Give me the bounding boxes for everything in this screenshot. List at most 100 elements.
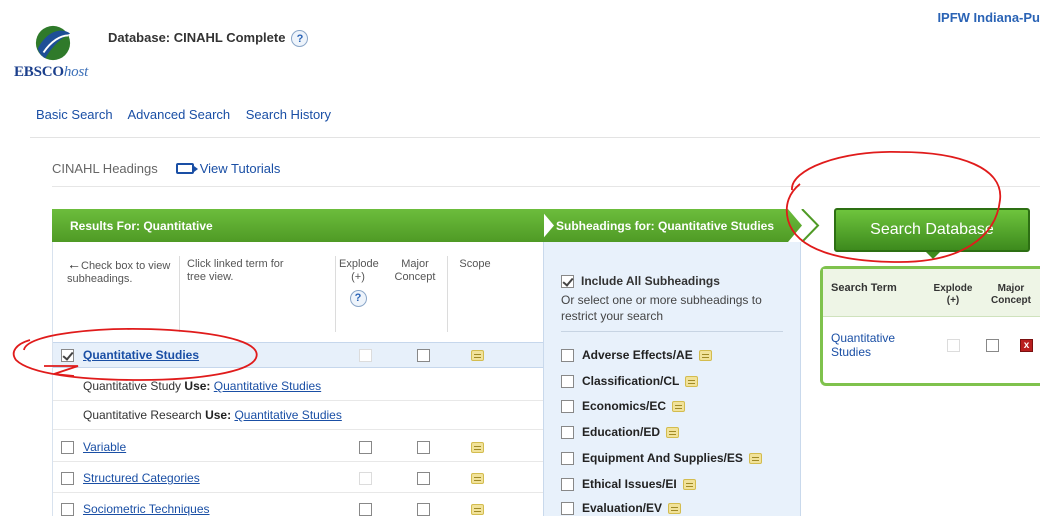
subheading-checkbox[interactable] (561, 425, 574, 439)
subheading-item[interactable]: Economics/EC (561, 399, 686, 413)
major-concept-checkbox[interactable] (986, 339, 999, 352)
ebsco-leaf-icon (35, 25, 71, 61)
explode-checkbox[interactable] (359, 471, 372, 485)
divider (561, 331, 783, 332)
scope-note-icon[interactable] (698, 349, 712, 361)
explode-checkbox[interactable] (947, 339, 960, 352)
scope-note-icon[interactable] (471, 349, 484, 361)
term-link[interactable]: Variable (83, 440, 126, 454)
divider (30, 137, 1040, 138)
include-all-checkbox[interactable] (561, 275, 574, 288)
check-box-hint: ←Check box to view subheadings. (67, 256, 171, 285)
include-all-option[interactable]: Include All Subheadings (561, 274, 720, 288)
caret-down-icon (926, 252, 940, 259)
subheadings-header: Subheadings for: Quantitative Studies (540, 209, 802, 242)
table-row: Sociometric Techniques (53, 496, 544, 516)
scope-note-icon[interactable] (471, 441, 484, 453)
major-concept-checkbox[interactable] (417, 502, 430, 516)
divider (53, 492, 544, 493)
subheading-checkbox[interactable] (561, 501, 574, 515)
row-checkbox[interactable] (61, 348, 74, 362)
search-term-panel: Search Term Explode (+) Major Concept Quan… (820, 266, 1040, 386)
subheading-checkbox[interactable] (561, 374, 574, 388)
table-row: Variable (53, 434, 544, 460)
table-row: Structured Categories (53, 465, 544, 491)
subheadings-panel: Include All Subheadings Or select one or… (543, 242, 801, 516)
major-concept-column-header: Major Concept (991, 283, 1031, 306)
major-concept-checkbox[interactable] (417, 440, 430, 454)
divider (52, 186, 1040, 187)
help-icon[interactable]: ? (349, 290, 367, 307)
term-link[interactable]: Structured Categories (83, 471, 200, 485)
view-tutorials-link[interactable]: View Tutorials (200, 161, 281, 176)
row-checkbox[interactable] (61, 440, 74, 454)
major-concept-checkbox[interactable] (417, 471, 430, 485)
subheading-checkbox[interactable] (561, 451, 574, 465)
table-row: Quantitative Studies (53, 342, 544, 368)
use-reference: Quantitative Research Use: Quantitative … (83, 408, 342, 422)
help-icon[interactable]: ? (291, 30, 309, 48)
include-all-label: Include All Subheadings (581, 274, 720, 288)
database-name: Database: CINAHL Complete (108, 30, 286, 45)
search-term-column-header: Search Term (831, 282, 897, 294)
subnav: CINAHL Headings View Tutorials (52, 161, 280, 176)
scope-note-icon[interactable] (668, 502, 682, 514)
subheading-item[interactable]: Ethical Issues/EI (561, 477, 696, 491)
video-icon (175, 163, 198, 174)
divider (53, 429, 544, 430)
term-link[interactable]: Sociometric Techniques (83, 502, 210, 516)
search-term-header: Search Term Explode (+) Major Concept (823, 269, 1040, 317)
major-concept-column-header: Major Concept (394, 258, 436, 283)
row-checkbox[interactable] (61, 502, 74, 516)
column-divider (179, 256, 180, 332)
top-navigation: Basic Search Advanced Search Search Hist… (36, 107, 343, 122)
selected-term-link[interactable]: Quantitative Studies (831, 331, 911, 359)
term-link[interactable]: Quantitative Studies (83, 348, 199, 362)
explode-checkbox[interactable] (359, 440, 372, 454)
chevron-right-icon (801, 209, 820, 242)
scope-note-icon[interactable] (672, 400, 686, 412)
subheading-item[interactable]: Education/ED (561, 425, 680, 439)
divider (53, 400, 544, 401)
major-concept-checkbox[interactable] (417, 348, 430, 362)
database-label: Database: CINAHL Complete? (108, 30, 309, 48)
tree-view-hint: Click linked term for tree view. (187, 258, 284, 283)
scope-note-icon[interactable] (682, 478, 696, 490)
column-divider (447, 256, 448, 332)
subheading-item[interactable]: Equipment And Supplies/ES (561, 451, 762, 465)
institution-name[interactable]: IPFW Indiana-Pu (937, 10, 1040, 25)
explode-checkbox[interactable] (359, 348, 372, 362)
explode-checkbox[interactable] (359, 502, 372, 516)
use-term-link[interactable]: Quantitative Studies (214, 379, 321, 393)
arrow-left-icon: ← (67, 256, 81, 272)
advanced-search-link[interactable]: Advanced Search (128, 107, 231, 122)
basic-search-link[interactable]: Basic Search (36, 107, 113, 122)
search-history-link[interactable]: Search History (246, 107, 331, 122)
ebsco-wordmark: EBSCOhost (14, 64, 89, 80)
scope-note-icon[interactable] (471, 503, 484, 515)
explode-column-header: Explode (+) ? (339, 258, 379, 307)
results-panel: ←Check box to view subheadings. Click li… (52, 242, 544, 516)
column-divider (335, 256, 336, 332)
scope-column-header: Scope (459, 258, 491, 270)
subheading-instruction: Or select one or more subheadings to res… (561, 293, 762, 323)
row-checkbox[interactable] (61, 471, 74, 485)
results-header: Results For: Quantitative (52, 209, 544, 242)
scope-note-icon[interactable] (748, 452, 762, 464)
subheading-item[interactable]: Classification/CL (561, 374, 699, 388)
scope-note-icon[interactable] (685, 375, 699, 387)
subheading-checkbox[interactable] (561, 348, 574, 362)
use-term-link[interactable]: Quantitative Studies (234, 408, 341, 422)
search-database-button[interactable]: Search Database (834, 208, 1030, 252)
scope-note-icon[interactable] (666, 426, 680, 438)
use-reference: Quantitative Study Use: Quantitative Stu… (83, 379, 322, 393)
subheading-item[interactable]: Evaluation/EV (561, 501, 682, 515)
divider (53, 461, 544, 462)
subheading-checkbox[interactable] (561, 399, 574, 413)
explode-column-header: Explode (+) (933, 283, 973, 306)
subheading-item[interactable]: Adverse Effects/AE (561, 348, 712, 362)
scope-note-icon[interactable] (471, 472, 484, 484)
remove-term-icon[interactable]: x (1020, 339, 1033, 352)
cinahl-headings-label: CINAHL Headings (52, 161, 158, 176)
subheading-checkbox[interactable] (561, 477, 574, 491)
